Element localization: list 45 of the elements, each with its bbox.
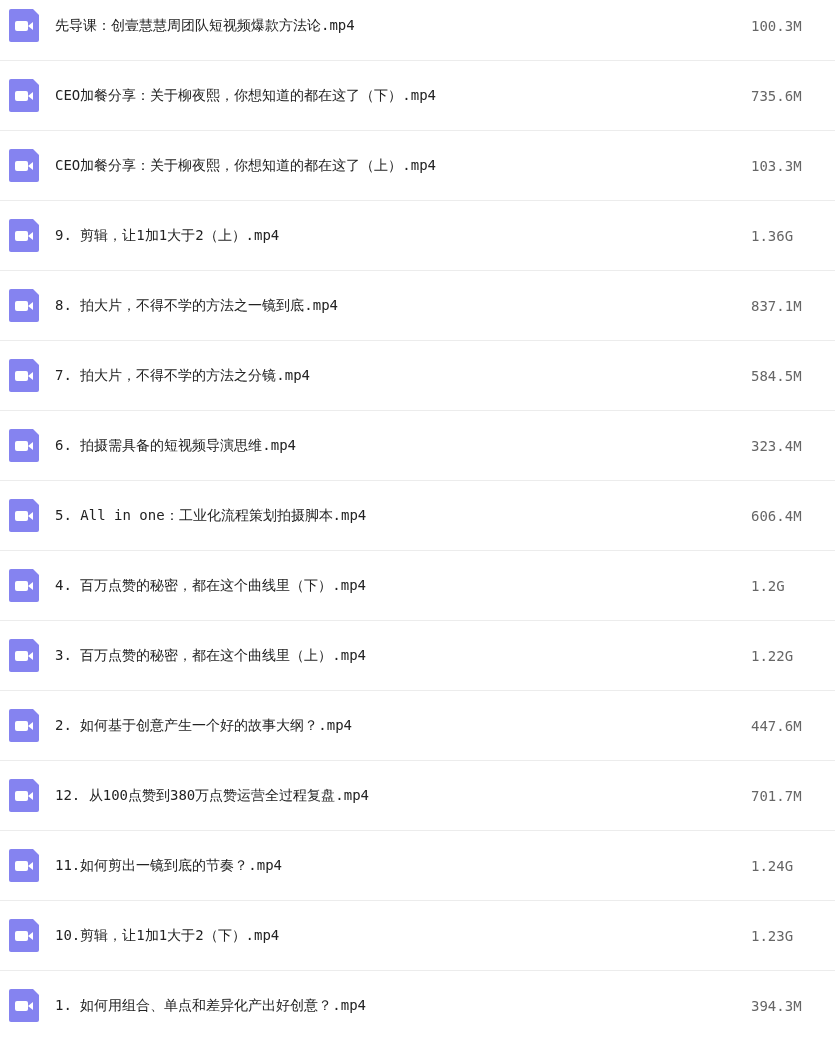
file-size: 1.36G: [751, 227, 795, 244]
file-size: 1.2G: [751, 577, 786, 594]
video-file-icon: [9, 709, 39, 742]
file-name[interactable]: 12. 从100点赞到380万点赞运营全过程复盘.mp4: [55, 786, 751, 805]
file-size: 394.3M: [751, 997, 803, 1014]
file-name[interactable]: 3. 百万点赞的秘密，都在这个曲线里（上）.mp4: [55, 646, 751, 665]
video-file-icon: [9, 359, 39, 392]
video-file-icon: [9, 9, 39, 42]
file-size: 323.4M: [751, 437, 803, 454]
video-file-icon: [9, 919, 39, 952]
video-file-icon: [9, 289, 39, 322]
file-name[interactable]: 5. All in one：工业化流程策划拍摄脚本.mp4: [55, 506, 751, 525]
video-file-icon: [9, 499, 39, 532]
file-name[interactable]: 6. 拍摄需具备的短视频导演思维.mp4: [55, 436, 751, 455]
file-size: 735.6M: [751, 87, 803, 104]
file-size: 584.5M: [751, 367, 803, 384]
video-file-icon: [9, 849, 39, 882]
file-name[interactable]: 11.如何剪出一镜到底的节奏？.mp4: [55, 856, 751, 875]
file-name[interactable]: 1. 如何用组合、单点和差异化产出好创意？.mp4: [55, 996, 751, 1015]
video-file-icon: [9, 779, 39, 812]
file-size: 447.6M: [751, 717, 803, 734]
file-name[interactable]: 8. 拍大片，不得不学的方法之一镜到底.mp4: [55, 296, 751, 315]
file-name[interactable]: CEO加餐分享：关于柳夜熙，你想知道的都在这了（上）.mp4: [55, 156, 751, 175]
file-size: 837.1M: [751, 297, 803, 314]
file-name[interactable]: 9. 剪辑，让1加1大于2（上）.mp4: [55, 226, 751, 245]
file-name[interactable]: 先导课：创壹慧慧周团队短视频爆款方法论.mp4: [55, 16, 751, 35]
file-name[interactable]: 7. 拍大片，不得不学的方法之分镜.mp4: [55, 366, 751, 385]
video-file-icon: [9, 569, 39, 602]
file-name[interactable]: 4. 百万点赞的秘密，都在这个曲线里（下）.mp4: [55, 576, 751, 595]
file-name[interactable]: CEO加餐分享：关于柳夜熙，你想知道的都在这了（下）.mp4: [55, 86, 751, 105]
video-file-icon: [9, 989, 39, 1022]
video-file-icon: [9, 79, 39, 112]
file-size: 1.22G: [751, 647, 795, 664]
file-size: 1.24G: [751, 857, 795, 874]
video-file-icon: [9, 149, 39, 182]
file-size: 701.7M: [751, 787, 803, 804]
file-size: 1.23G: [751, 927, 795, 944]
file-size: 100.3M: [751, 17, 803, 34]
video-file-icon: [9, 219, 39, 252]
file-size: 606.4M: [751, 507, 803, 524]
file-name[interactable]: 2. 如何基于创意产生一个好的故事大纲？.mp4: [55, 716, 751, 735]
file-name[interactable]: 10.剪辑，让1加1大于2（下）.mp4: [55, 926, 751, 945]
video-file-icon: [9, 639, 39, 672]
file-size: 103.3M: [751, 157, 803, 174]
video-file-icon: [9, 429, 39, 462]
